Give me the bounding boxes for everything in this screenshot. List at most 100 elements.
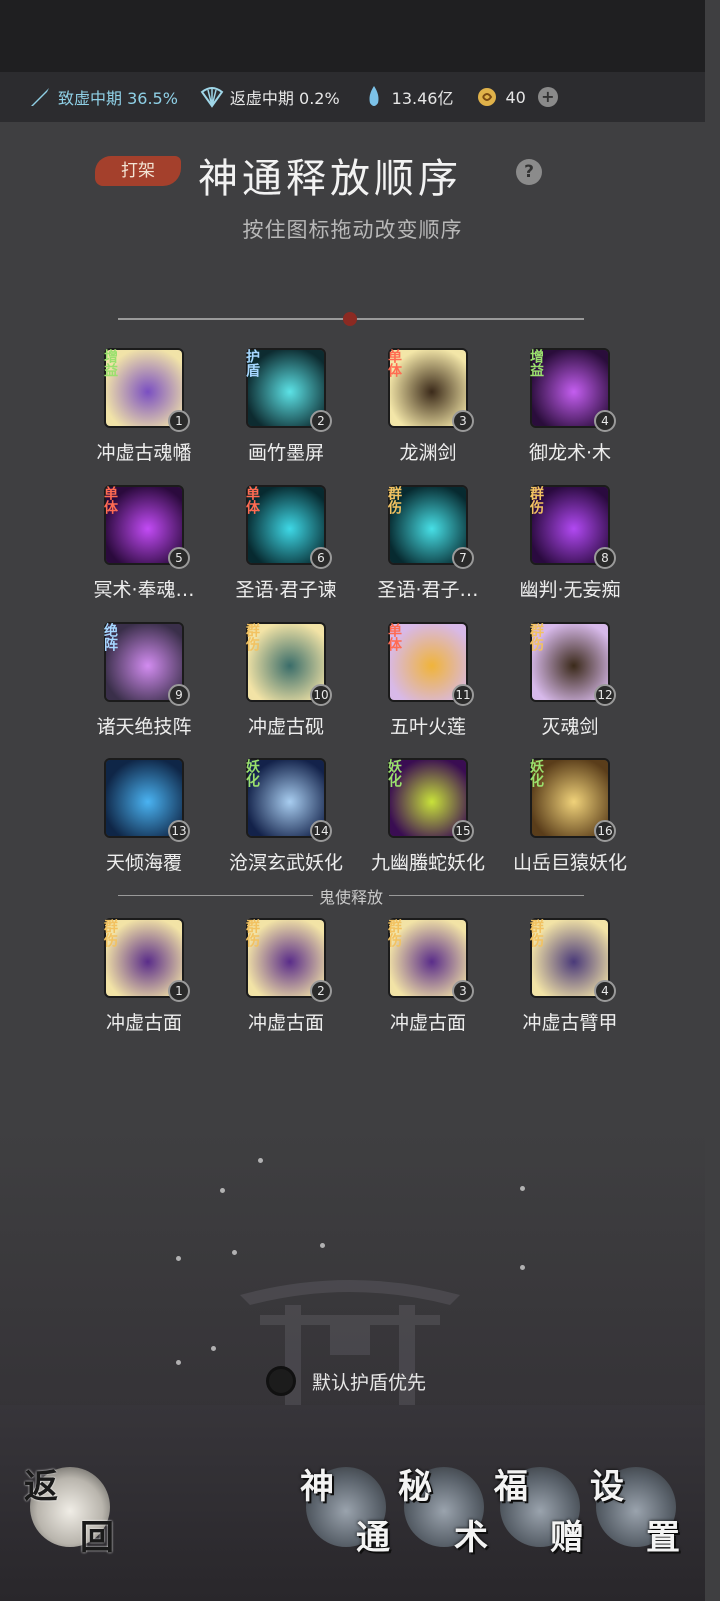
nav-glyph: 神 (300, 1467, 334, 1507)
skill-name: 灭魂剑 (541, 716, 599, 738)
title-row: 打架 神通释放顺序 ? (0, 142, 705, 202)
skill-name: 龙渊剑 (399, 442, 457, 464)
top-decoration (0, 0, 705, 72)
skill-icon[interactable]: 13 (104, 758, 190, 842)
skill-slot[interactable]: 绝阵 9 诸天绝技阵 (74, 622, 214, 739)
resource-coin: 40 + (475, 85, 558, 109)
help-button[interactable]: ? (516, 159, 542, 185)
skill-slot[interactable]: 护盾 2 画竹墨屏 (216, 348, 356, 465)
nav-glyph: 术 (454, 1518, 488, 1558)
skill-slot[interactable]: 群伤 7 圣语·君子… (358, 485, 498, 602)
coin-icon (475, 85, 499, 109)
toggle-knob[interactable] (266, 1366, 296, 1396)
skill-name: 冲虚古面 (389, 1012, 466, 1034)
skill-icon[interactable]: 群伤 8 (528, 485, 616, 569)
skill-icon[interactable]: 妖化 15 (386, 758, 474, 842)
skill-type-badge: 群伤 (244, 919, 260, 947)
skill-name: 天倾海覆 (105, 852, 182, 874)
resource-return: 返虚中期 0.2% (200, 85, 340, 109)
resource-bar: 致虚中期 36.5% 返虚中期 0.2% 13.46亿 40 + (0, 72, 705, 122)
nav-settings-button[interactable]: 设 置 (590, 1467, 680, 1558)
skill-type-badge: 妖化 (244, 759, 260, 787)
snow-particle (520, 1265, 525, 1270)
fan-icon (200, 85, 224, 109)
skill-name: 冲虚古砚 (247, 716, 324, 738)
skill-type-badge: 群伤 (386, 486, 402, 514)
skill-type-badge: 妖化 (528, 759, 544, 787)
skill-slot[interactable]: 妖化 15 九幽螣蛇妖化 (358, 758, 498, 875)
skill-icon[interactable]: 单体 5 (102, 485, 190, 569)
ghost-section-label: 鬼使释放 (312, 888, 389, 907)
skill-type-badge: 群伤 (386, 919, 402, 947)
skill-slot[interactable]: 单体 6 圣语·君子谏 (216, 485, 356, 602)
order-number: 3 (452, 980, 474, 1002)
add-coin-button[interactable]: + (537, 87, 558, 107)
skill-icon[interactable]: 增益 1 (102, 348, 190, 432)
skill-icon[interactable]: 护盾 2 (244, 348, 332, 432)
skill-type-badge: 妖化 (386, 759, 402, 787)
skill-type-badge: 群伤 (528, 623, 544, 651)
snow-particle (220, 1188, 225, 1193)
skill-icon[interactable]: 单体 3 (386, 348, 474, 432)
snow-particle (232, 1250, 237, 1255)
order-number: 2 (310, 980, 332, 1002)
skill-icon[interactable]: 群伤 2 (244, 918, 332, 1002)
nav-glyph: 福 (494, 1467, 528, 1507)
skill-icon[interactable]: 群伤 7 (386, 485, 474, 569)
skill-type-badge: 增益 (528, 349, 544, 377)
order-number: 14 (310, 820, 332, 842)
skill-slot[interactable]: 单体 3 龙渊剑 (358, 348, 498, 465)
skill-slot[interactable]: 群伤 1 冲虚古面 (74, 918, 214, 1035)
order-number: 12 (594, 684, 616, 706)
crystal-icon (362, 85, 386, 109)
order-number: 11 (452, 684, 474, 706)
skill-slot[interactable]: 单体 11 五叶火莲 (358, 622, 498, 739)
resource-cultivation: 致虚中期 36.5% (28, 85, 178, 109)
skill-icon[interactable]: 群伤 10 (244, 622, 332, 706)
skill-type-badge: 群伤 (528, 486, 544, 514)
skill-icon[interactable]: 单体 6 (244, 485, 332, 569)
skill-type-badge: 群伤 (102, 919, 118, 947)
skill-icon[interactable]: 妖化 14 (244, 758, 332, 842)
skill-icon[interactable]: 单体 11 (386, 622, 474, 706)
skill-slot[interactable]: 群伤 10 冲虚古砚 (216, 622, 356, 739)
skill-slot[interactable]: 增益 1 冲虚古魂幡 (74, 348, 214, 465)
skill-icon[interactable]: 绝阵 9 (102, 622, 190, 706)
skill-type-badge: 绝阵 (102, 623, 118, 651)
skill-slot[interactable]: 群伤 4 冲虚古臂甲 (500, 918, 640, 1035)
skill-slot[interactable]: 群伤 3 冲虚古面 (358, 918, 498, 1035)
skill-icon[interactable]: 妖化 16 (528, 758, 616, 842)
skill-icon[interactable]: 群伤 4 (528, 918, 616, 1002)
skill-slot[interactable]: 13 天倾海覆 (74, 758, 214, 875)
skill-slot[interactable]: 群伤 8 幽判·无妄痴 (500, 485, 640, 602)
skill-slot[interactable]: 增益 4 御龙术·木 (500, 348, 640, 465)
skill-icon[interactable]: 增益 4 (528, 348, 616, 432)
skill-name: 九幽螣蛇妖化 (370, 852, 485, 874)
nav-glyph: 设 (590, 1467, 624, 1507)
skill-slot[interactable]: 单体 5 冥术·奉魂… (74, 485, 214, 602)
nav-glyph: 返 (24, 1467, 58, 1507)
skill-slot[interactable]: 妖化 14 沧溟玄武妖化 (216, 758, 356, 875)
resource-label: 13.46亿 (391, 89, 454, 108)
nav-glyph: 秘 (398, 1467, 432, 1507)
order-number: 10 (310, 684, 332, 706)
nav-fuzeng-button[interactable]: 福 赠 (494, 1467, 584, 1558)
skill-slot[interactable]: 群伤 12 灭魂剑 (500, 622, 640, 739)
skill-icon[interactable]: 群伤 3 (386, 918, 474, 1002)
nav-shentong-button[interactable]: 神 通 (300, 1467, 390, 1558)
skill-type-badge: 群伤 (528, 919, 544, 947)
order-number: 4 (594, 410, 616, 432)
skill-icon[interactable]: 群伤 1 (102, 918, 190, 1002)
shield-priority-toggle[interactable]: 默认护盾优先 (266, 1366, 426, 1396)
order-number: 4 (594, 980, 616, 1002)
skill-slot[interactable]: 群伤 2 冲虚古面 (216, 918, 356, 1035)
snow-particle (520, 1186, 525, 1191)
skill-type-badge: 护盾 (244, 349, 260, 377)
back-button[interactable]: 返 回 (24, 1467, 114, 1558)
nav-mishu-button[interactable]: 秘 术 (398, 1467, 488, 1558)
order-number: 7 (452, 547, 474, 569)
snow-particle (320, 1243, 325, 1248)
skill-icon[interactable]: 群伤 12 (528, 622, 616, 706)
skill-name: 五叶火莲 (389, 716, 466, 738)
skill-slot[interactable]: 妖化 16 山岳巨猿妖化 (500, 758, 640, 875)
